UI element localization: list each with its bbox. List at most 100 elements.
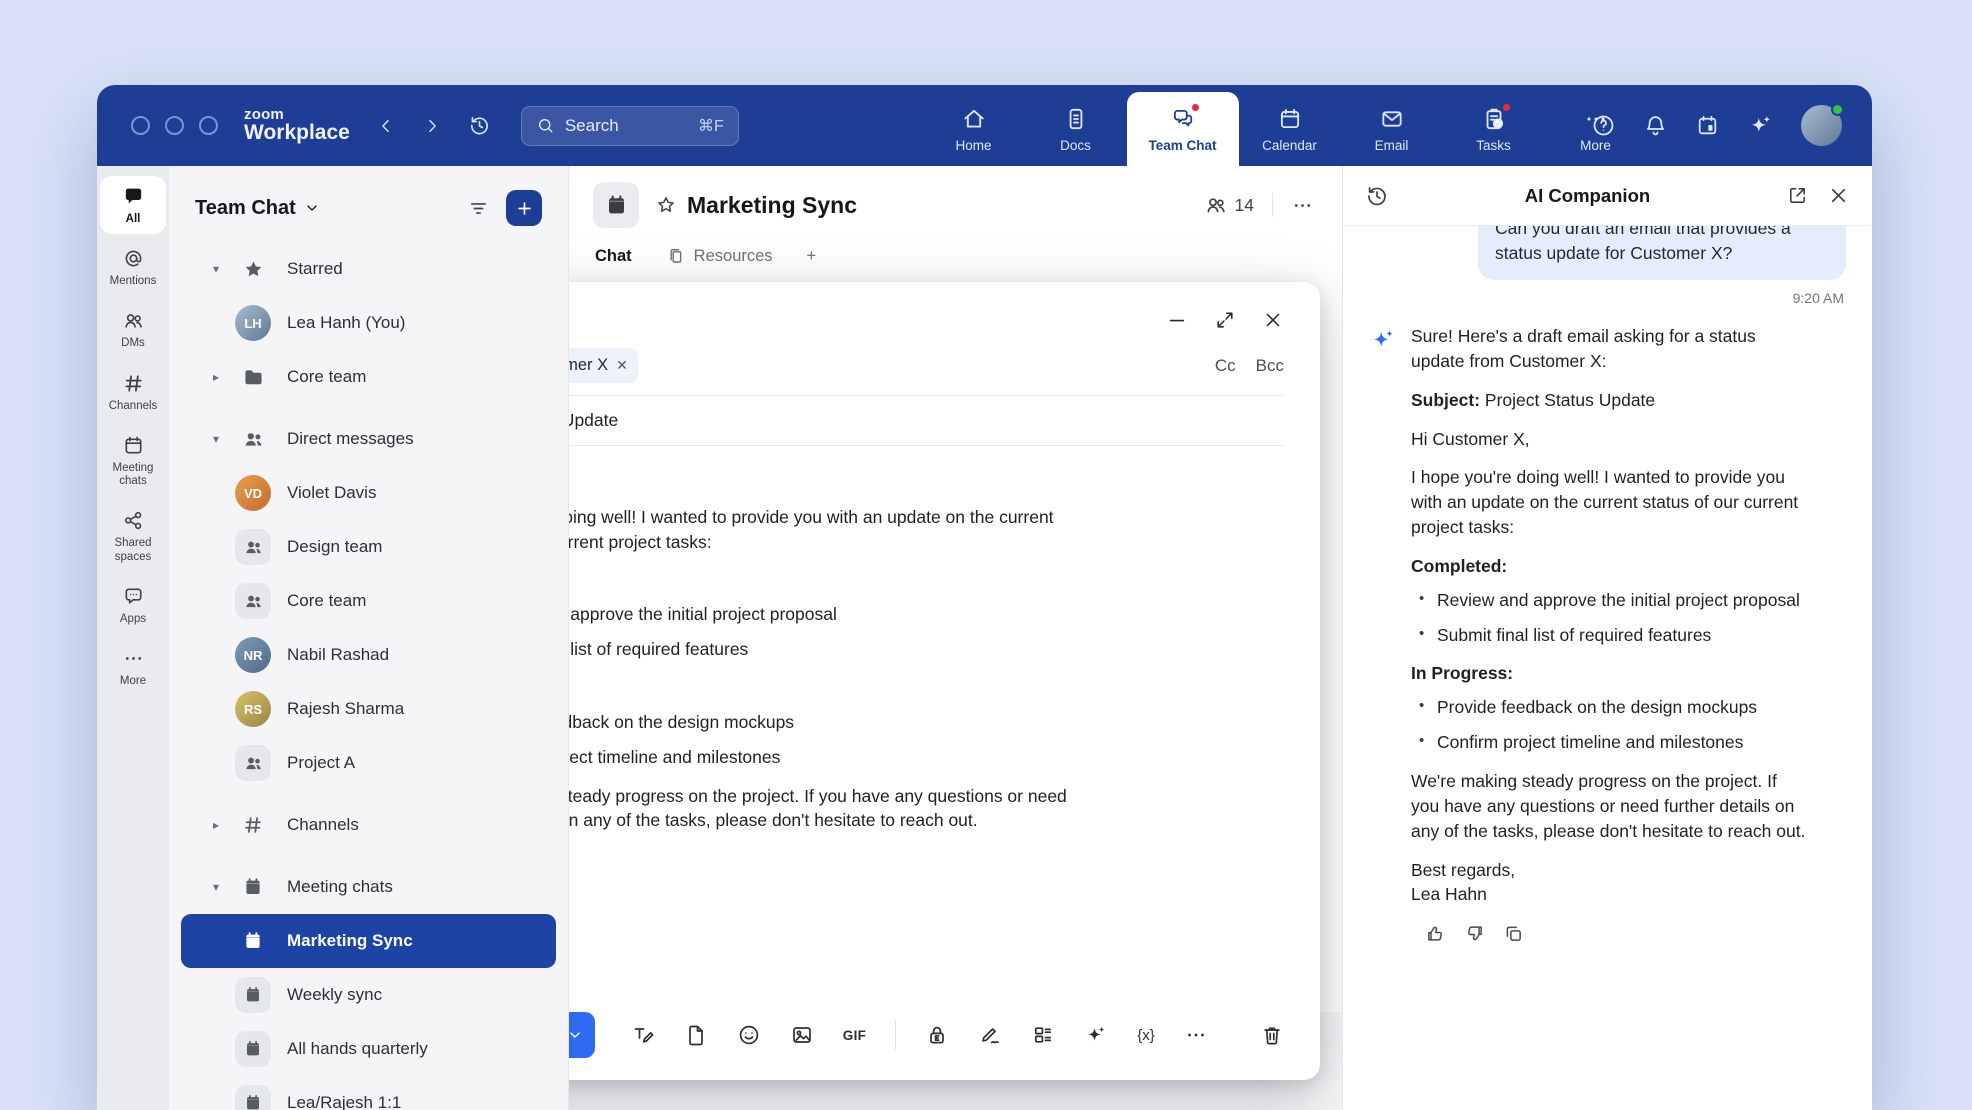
emoji-button[interactable] — [737, 1023, 761, 1047]
ai-history-button[interactable] — [1365, 184, 1389, 208]
signature-button[interactable] — [978, 1023, 1002, 1047]
minimize-window-control[interactable] — [165, 116, 184, 135]
list-section-meeting-chats[interactable]: ▾ Meeting chats — [169, 860, 568, 914]
list-item-project-a[interactable]: Project A — [169, 736, 568, 790]
ai-close-button[interactable] — [1827, 184, 1850, 207]
ai-compose-button[interactable] — [1084, 1023, 1108, 1047]
close-window-control[interactable] — [131, 116, 150, 135]
meeting-chat-icon — [593, 182, 639, 228]
list-section-channels[interactable]: ▸ Channels — [169, 798, 568, 852]
rail-item-meeting-chats[interactable]: Meeting chats — [100, 425, 166, 496]
list-section-direct-messages[interactable]: ▾ Direct messages — [169, 412, 568, 466]
cc-button[interactable]: Cc — [1215, 356, 1236, 376]
rail-item-mentions[interactable]: Mentions — [100, 238, 166, 296]
ai-conversation-scroll[interactable]: Can you draft an email that provides a s… — [1343, 226, 1872, 1110]
rail-item-more[interactable]: More — [100, 638, 166, 696]
discard-draft-button[interactable] — [1260, 1023, 1284, 1047]
disclosure-open-icon[interactable]: ▾ — [213, 262, 235, 276]
list-item-design-team[interactable]: Design team — [169, 520, 568, 574]
nav-tab-calendar[interactable]: Calendar — [1239, 92, 1341, 166]
notifications-button[interactable] — [1643, 113, 1668, 138]
nav-tab-team-chat[interactable]: Team Chat — [1127, 92, 1239, 166]
rail-item-dms[interactable]: DMs — [100, 300, 166, 358]
remove-recipient-icon[interactable]: ✕ — [616, 357, 628, 374]
format-text-button[interactable] — [631, 1023, 655, 1047]
tab-chat[interactable]: Chat — [595, 247, 632, 266]
nav-tab-label: Home — [955, 138, 991, 153]
toolbar-more-button[interactable] — [1184, 1023, 1208, 1047]
attach-file-button[interactable] — [684, 1023, 708, 1047]
disclosure-closed-icon[interactable]: ▸ — [213, 818, 235, 832]
completed-list: Review and approve the initial project p… — [569, 602, 1088, 662]
forward-button[interactable] — [422, 116, 442, 136]
window-controls[interactable] — [131, 116, 218, 135]
minimize-button[interactable] — [1166, 309, 1188, 331]
variables-button[interactable]: {x} — [1137, 1027, 1155, 1044]
search-placeholder: Search — [565, 116, 619, 136]
gif-button[interactable]: GIF — [843, 1028, 866, 1043]
star-icon — [235, 258, 271, 281]
copy-button[interactable] — [1503, 923, 1524, 944]
nav-tab-more[interactable]: More — [1545, 92, 1647, 166]
insert-image-button[interactable] — [790, 1023, 814, 1047]
back-button[interactable] — [376, 116, 396, 136]
tab-resources[interactable]: Resources — [666, 246, 773, 266]
list-item-all-hands[interactable]: All hands quarterly — [169, 1022, 568, 1076]
filter-button[interactable] — [467, 197, 490, 220]
list-item-weekly-sync[interactable]: Weekly sync — [169, 968, 568, 1022]
list-item-lea-rajesh[interactable]: Lea/Rajesh 1:1 — [169, 1076, 568, 1110]
list-section-core-team-folder[interactable]: ▸ Core team — [169, 350, 568, 404]
nav-tab-email[interactable]: Email — [1341, 92, 1443, 166]
recipient-chip[interactable]: ML Customer X ✕ — [569, 348, 638, 383]
list-item-label: Marketing Sync — [287, 931, 413, 951]
list-item-rajesh-sharma[interactable]: RS Rajesh Sharma — [169, 682, 568, 736]
ai-companion-button[interactable] — [1747, 112, 1774, 139]
email-body-editor[interactable]: Hi Customer X, I hope you're doing well!… — [569, 446, 1088, 931]
close-button[interactable] — [1262, 309, 1284, 331]
list-item-label: Core team — [287, 591, 366, 611]
disclosure-open-icon[interactable]: ▾ — [213, 880, 235, 894]
schedule-button[interactable] — [1695, 113, 1720, 138]
nav-tab-home[interactable]: Home — [923, 92, 1025, 166]
tab-add[interactable]: + — [807, 247, 817, 266]
nav-tab-tasks[interactable]: Tasks — [1443, 92, 1545, 166]
divider — [1272, 193, 1273, 217]
thumbs-down-button[interactable] — [1464, 923, 1485, 944]
nav-tab-docs[interactable]: Docs — [1025, 92, 1127, 166]
open-in-window-button[interactable] — [1786, 184, 1809, 207]
bcc-button[interactable]: Bcc — [1256, 356, 1284, 376]
rail-item-all[interactable]: All — [100, 176, 166, 234]
search-input[interactable]: Search ⌘F — [521, 106, 739, 146]
chat-more-button[interactable] — [1291, 194, 1314, 217]
favorite-star-button[interactable] — [655, 194, 677, 216]
expand-button[interactable] — [1214, 309, 1236, 331]
list-item: Provide feedback on the design mockups — [569, 710, 1088, 735]
thumbs-up-button[interactable] — [1425, 923, 1446, 944]
members-button[interactable]: 14 — [1204, 193, 1254, 217]
profile-avatar[interactable] — [1801, 105, 1842, 146]
list-item-nabil-rashad[interactable]: NR Nabil Rashad — [169, 628, 568, 682]
list-section-starred[interactable]: ▾ Starred — [169, 242, 568, 296]
rail-item-shared-spaces[interactable]: Shared spaces — [100, 500, 166, 571]
unread-badge — [1190, 102, 1201, 113]
group-icon — [235, 583, 271, 619]
disclosure-open-icon[interactable]: ▾ — [213, 432, 235, 446]
history-button[interactable] — [468, 114, 491, 137]
body-signature: Lea Hahn — [569, 906, 1088, 931]
rail-item-apps[interactable]: Apps — [100, 576, 166, 634]
list-item-violet-davis[interactable]: VD Violet Davis — [169, 466, 568, 520]
list-item-lea-hanh[interactable]: LH Lea Hanh (You) — [169, 296, 568, 350]
list-item-core-team[interactable]: Core team — [169, 574, 568, 628]
template-button[interactable] — [1031, 1023, 1055, 1047]
rail-item-channels[interactable]: Channels — [100, 363, 166, 421]
zoom-window-control[interactable] — [199, 116, 218, 135]
avatar: VD — [235, 475, 271, 511]
list-item-marketing-sync-selected[interactable]: Marketing Sync — [181, 914, 556, 968]
new-chat-button[interactable] — [506, 190, 542, 226]
send-options-button[interactable] — [569, 1012, 595, 1058]
apps-icon — [122, 585, 145, 608]
team-chat-dropdown[interactable]: Team Chat — [195, 197, 320, 220]
encrypt-button[interactable] — [925, 1023, 949, 1047]
disclosure-closed-icon[interactable]: ▸ — [213, 370, 235, 384]
subject-input[interactable]: Project Status Update — [569, 410, 618, 431]
